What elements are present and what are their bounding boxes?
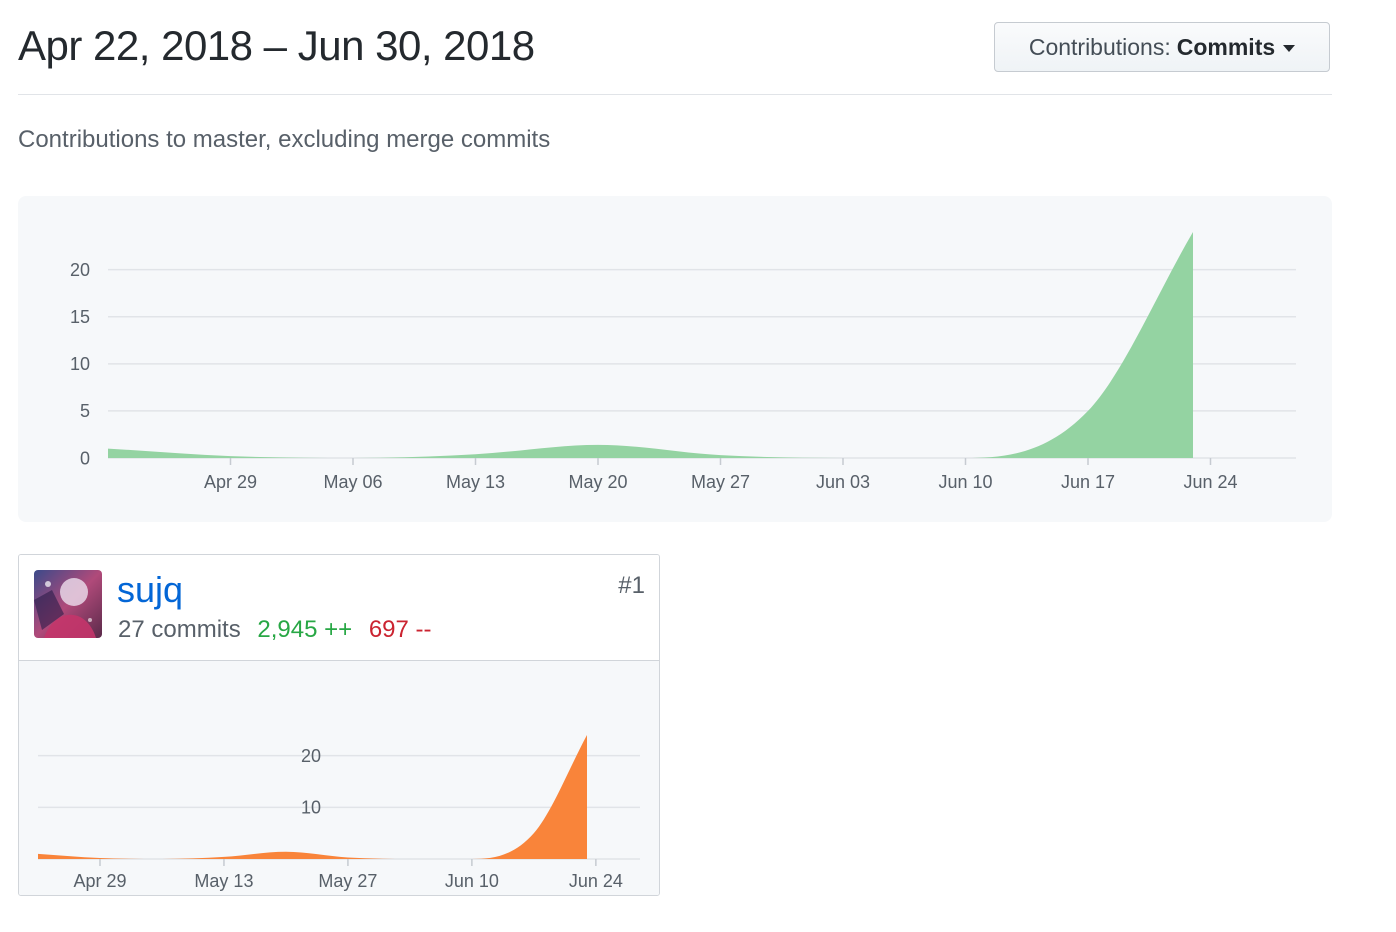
y-tick-label: 10	[301, 798, 321, 818]
x-tick-label: Jun 17	[1061, 472, 1115, 492]
commit-count: 27 commits	[118, 616, 241, 643]
contributor-username-link[interactable]: sujq	[117, 569, 183, 611]
x-tick-label: Jun 03	[816, 472, 870, 492]
avatar-image	[34, 570, 102, 638]
chart-subtitle: Contributions to master, excluding merge…	[18, 126, 551, 153]
contributor-card: sujq 27 commits 2,945 ++ 697 -- #1 10 20 A…	[18, 554, 660, 896]
x-tick-label: May 06	[323, 472, 382, 492]
x-tick-label: Jun 24	[569, 871, 623, 891]
contributions-type-dropdown[interactable]: Contributions: Commits	[994, 22, 1330, 72]
y-tick-label: 5	[80, 401, 90, 421]
x-tick-label: May 20	[568, 472, 627, 492]
x-tick-label: May 27	[691, 472, 750, 492]
x-tick-label: May 13	[194, 871, 253, 891]
y-tick-label: 10	[70, 354, 90, 374]
y-tick-label: 15	[70, 307, 90, 327]
x-tick-label: May 13	[446, 472, 505, 492]
x-tick-label: Apr 29	[204, 472, 257, 492]
contributions-selected-value: Commits	[1176, 33, 1276, 60]
contributor-header: sujq 27 commits 2,945 ++ 697 -- #1	[19, 555, 659, 661]
x-tick-label: Apr 29	[73, 871, 126, 891]
contributor-chart-svg: 10 20 Apr 29 May 13 May 27 Jun 10 Jun 24	[38, 735, 640, 891]
additions-count: 2,945 ++	[257, 616, 353, 643]
series-area	[108, 232, 1193, 458]
avatar[interactable]	[34, 570, 102, 638]
date-range-title: Apr 22, 2018 – Jun 30, 2018	[18, 22, 535, 69]
contributions-label: Contributions:	[1028, 33, 1171, 60]
x-tick-label: Jun 24	[1183, 472, 1237, 492]
x-tick-label: Jun 10	[938, 472, 992, 492]
main-chart-svg: 0 5 10 15 20 Apr 29 May 06 May 13 May 20 May 27 Ju…	[70, 232, 1296, 492]
x-tick-label: Jun 10	[445, 871, 499, 891]
contributor-chart: 10 20 Apr 29 May 13 May 27 Jun 10 Jun 24	[19, 661, 659, 895]
y-tick-label: 0	[80, 448, 90, 468]
header-divider	[18, 94, 1332, 95]
deletions-count: 697 --	[368, 616, 432, 643]
y-tick-label: 20	[70, 260, 90, 280]
x-tick-label: May 27	[318, 871, 377, 891]
contributor-stats: 27 commits 2,945 ++ 697 --	[118, 616, 432, 644]
main-contributions-chart: 0 5 10 15 20 Apr 29 May 06 May 13 May 20 May 27 Ju…	[18, 196, 1332, 522]
y-tick-label: 20	[301, 746, 321, 766]
caret-down-icon	[1283, 45, 1296, 52]
contributor-rank: #1	[618, 572, 645, 599]
